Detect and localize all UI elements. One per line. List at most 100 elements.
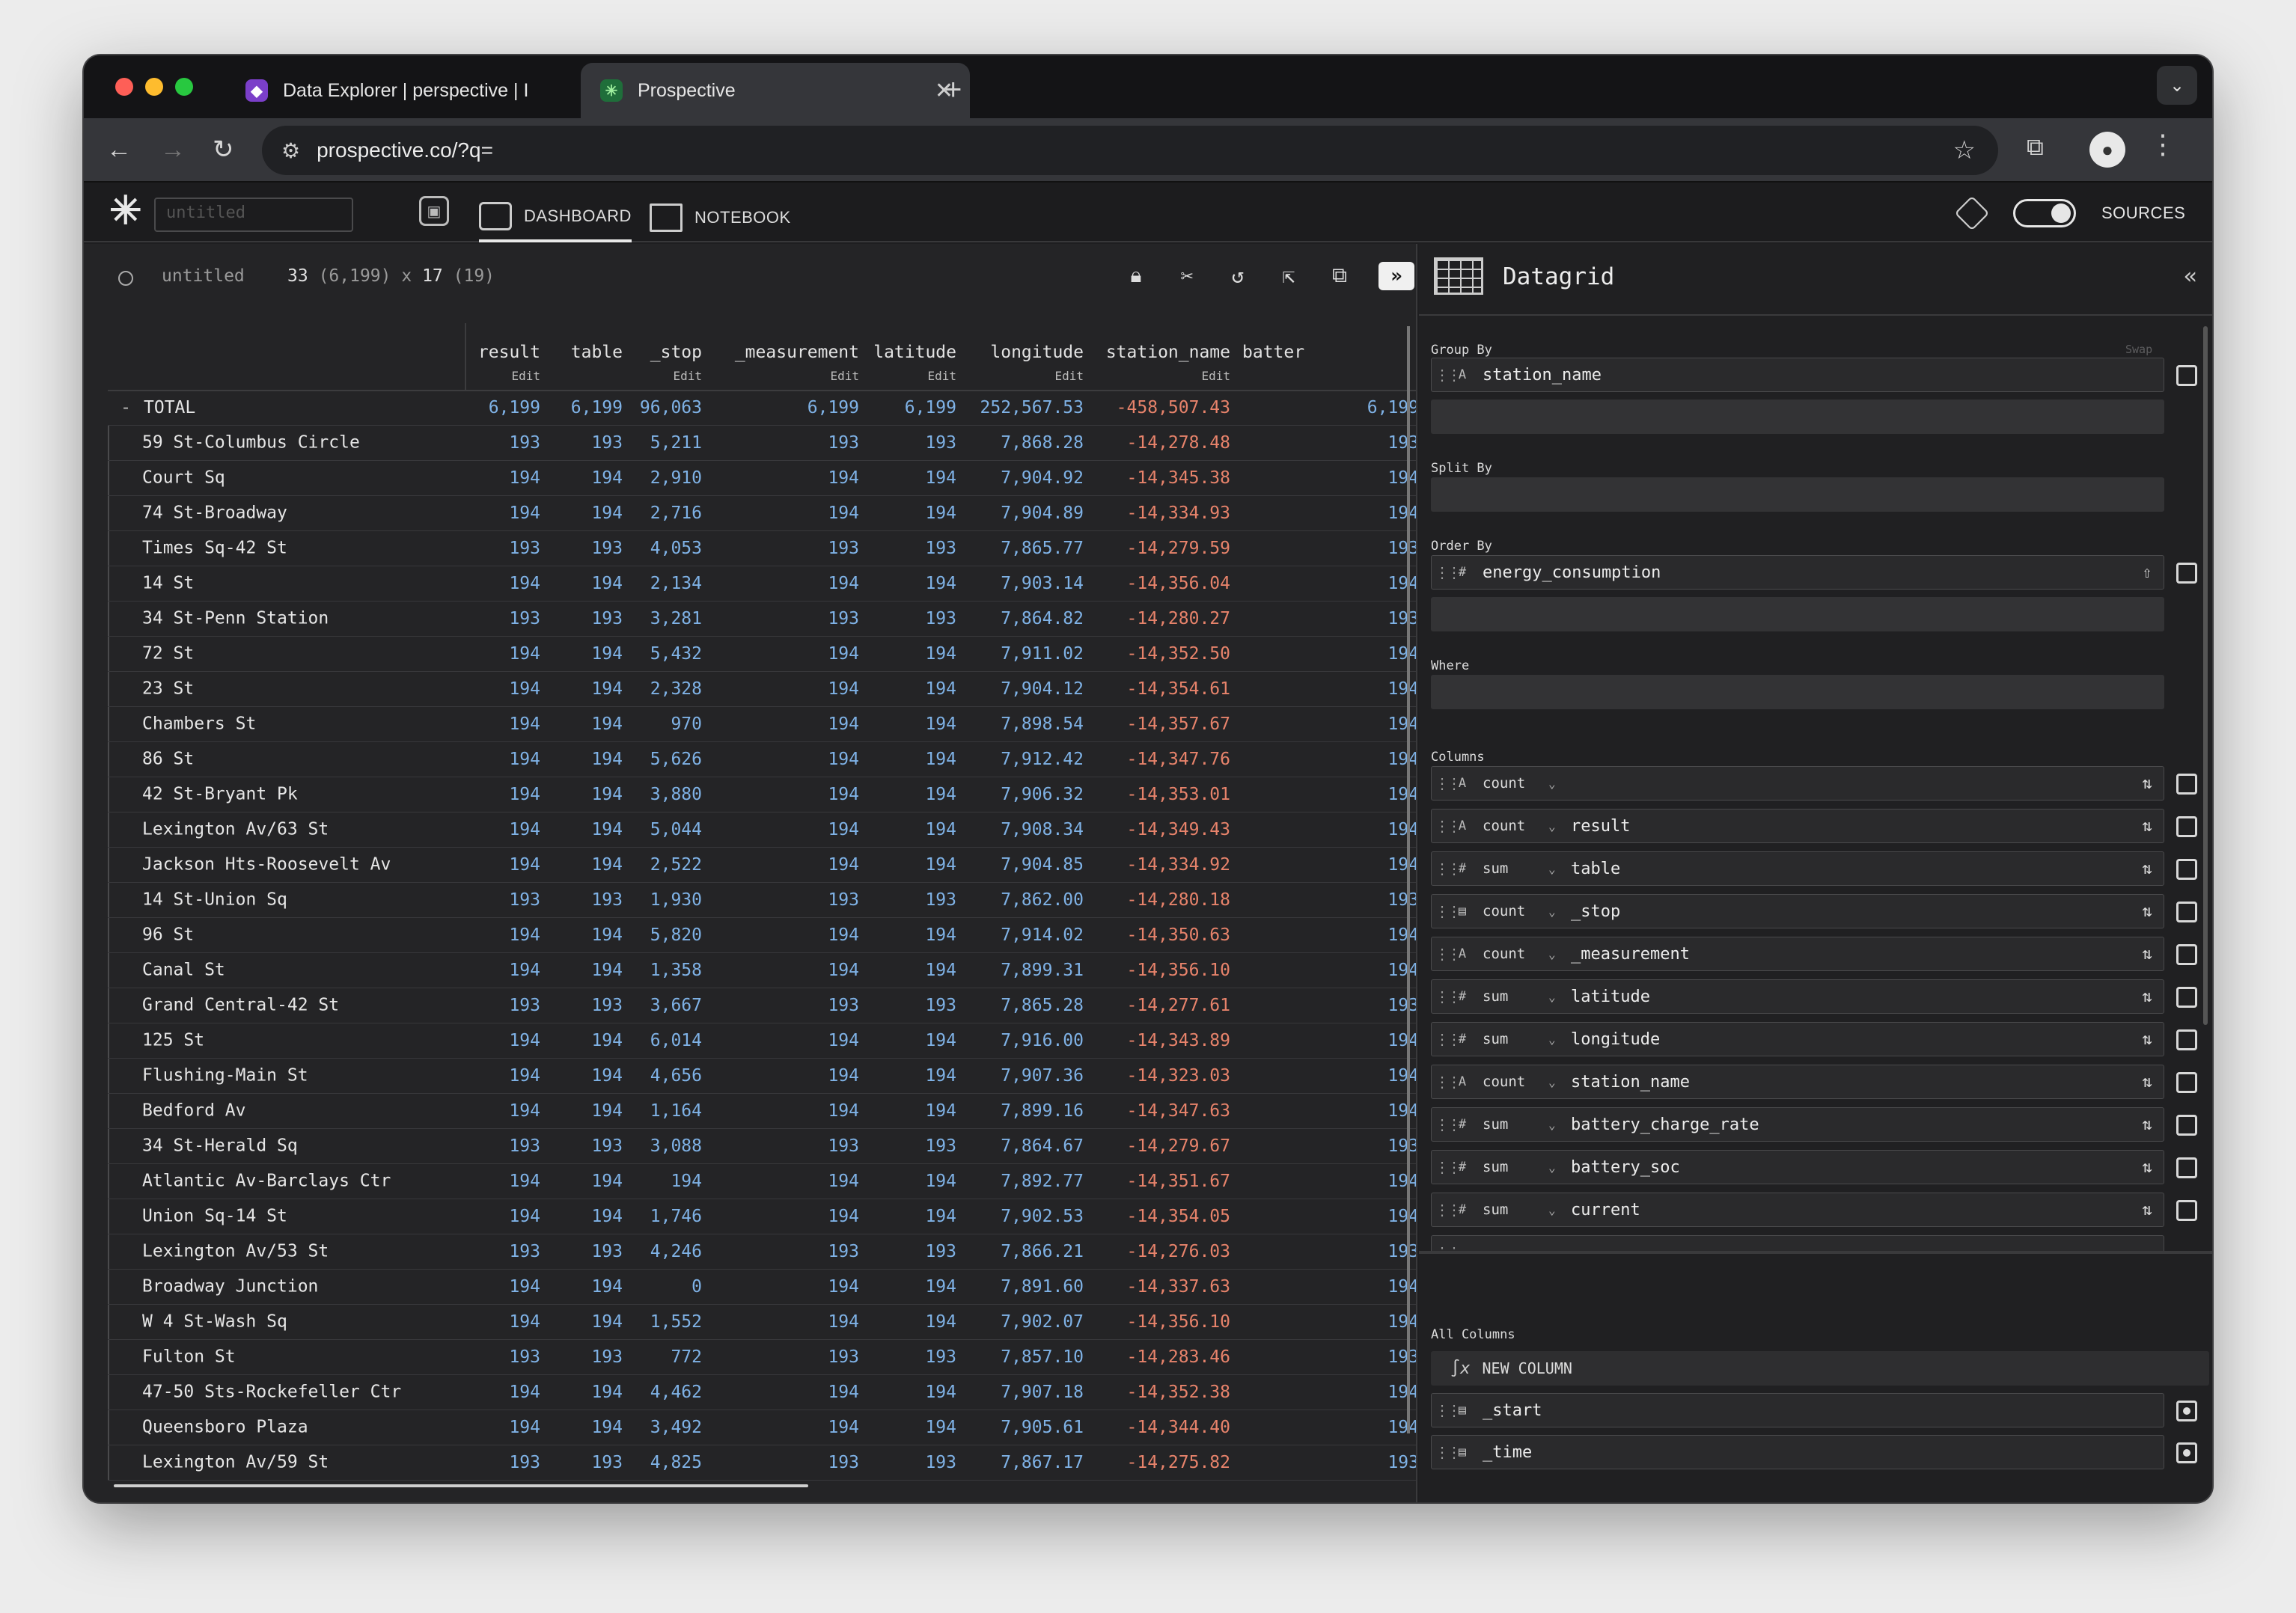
table-cell[interactable]: 193 — [1236, 882, 1416, 918]
table-cell[interactable]: 193 — [1236, 1445, 1416, 1481]
table-cell[interactable]: 193 — [465, 601, 546, 637]
table-cell[interactable]: 194 — [708, 1058, 865, 1094]
url-field[interactable]: ⚙ prospective.co/?q= ☆ — [262, 126, 1998, 175]
table-cell[interactable]: 194 — [1236, 706, 1416, 742]
table-cell[interactable]: 7,914.02 — [962, 917, 1090, 953]
drag-handle-icon[interactable]: ⋮⋮ — [1435, 817, 1462, 835]
table-cell[interactable]: 2,522 — [629, 847, 708, 883]
row-header[interactable]: Queensboro Plaza — [108, 1410, 465, 1445]
table-cell[interactable]: 193 — [546, 425, 629, 461]
table-cell[interactable]: 193 — [865, 530, 962, 566]
table-cell[interactable]: 194 — [708, 812, 865, 848]
sources-button[interactable]: SOURCES — [2101, 203, 2185, 223]
aggregate-select[interactable]: sum — [1483, 1116, 1548, 1133]
column-header[interactable]: _stop — [629, 323, 708, 362]
table-cell[interactable]: 7,892.77 — [962, 1163, 1090, 1199]
table-cell[interactable]: 7,904.89 — [962, 495, 1090, 531]
table-cell[interactable]: 194 — [546, 1410, 629, 1445]
table-cell[interactable]: 194 — [546, 671, 629, 707]
table-cell[interactable]: 7,916.00 — [962, 1023, 1090, 1059]
table-cell[interactable]: 194 — [465, 1058, 546, 1094]
column-active-checkbox[interactable] — [2176, 816, 2197, 837]
table-cell[interactable]: 193 — [546, 601, 629, 637]
order-by-drop-zone[interactable] — [1431, 597, 2164, 631]
clear-config-icon[interactable]: ✂ — [1172, 260, 1202, 290]
table-cell[interactable]: 4,246 — [629, 1234, 708, 1270]
drag-handle-icon[interactable]: ⋮⋮ — [1435, 774, 1462, 792]
chevron-down-icon[interactable]: ⌄ — [1548, 862, 1571, 876]
close-window-button[interactable] — [115, 78, 133, 96]
column-active-checkbox[interactable] — [2176, 1200, 2197, 1221]
table-cell[interactable]: -14,356.04 — [1090, 566, 1236, 602]
table-cell[interactable]: 194 — [1236, 812, 1416, 848]
row-header[interactable]: 72 St — [108, 636, 465, 672]
table-row[interactable]: Fulton St 193 193 772 193 193 7,857.10 -14,283.… — [108, 1339, 1416, 1375]
column-active-checkbox[interactable] — [2176, 902, 2197, 922]
table-cell[interactable]: 193 — [708, 988, 865, 1023]
drag-handle-icon[interactable]: ⋮⋮ — [1435, 1115, 1462, 1133]
table-cell[interactable]: 193 — [708, 882, 865, 918]
column-settings-icon[interactable]: ⇅ — [2131, 1115, 2164, 1134]
table-cell[interactable]: 194 — [1236, 1023, 1416, 1059]
table-cell[interactable]: 194 — [1236, 460, 1416, 496]
table-cell[interactable]: 193 — [546, 882, 629, 918]
row-header[interactable]: 42 St-Bryant Pk — [108, 777, 465, 812]
active-column-pill[interactable]: ⋮⋮ Acount ⌄ _measurement ⇅ — [1431, 937, 2164, 971]
table-cell[interactable]: 194 — [865, 460, 962, 496]
table-cell[interactable]: 7,891.60 — [962, 1269, 1090, 1305]
table-cell[interactable]: 194 — [465, 1199, 546, 1234]
table-cell[interactable]: 6,199 — [465, 391, 546, 426]
table-cell[interactable]: 194 — [1236, 847, 1416, 883]
table-cell[interactable]: 7,898.54 — [962, 706, 1090, 742]
table-cell[interactable]: 6,199 — [1236, 391, 1416, 426]
table-cell[interactable]: 194 — [465, 495, 546, 531]
table-row[interactable]: Broadway Junction 194 194 0 194 194 7,891.60 -1… — [108, 1269, 1416, 1305]
table-cell[interactable]: 7,864.82 — [962, 601, 1090, 637]
row-header[interactable]: Lexington Av/59 St — [108, 1445, 465, 1481]
extensions-puzzle-icon[interactable]: ⧉ — [2027, 133, 2044, 162]
table-cell[interactable]: 2,716 — [629, 495, 708, 531]
active-column-pill[interactable]: ⋮⋮ Acount ⌄ result ⇅ — [1431, 809, 2164, 843]
table-cell[interactable]: 194 — [465, 917, 546, 953]
table-row[interactable]: Lexington Av/53 St 193 193 4,246 193 193 7,866… — [108, 1234, 1416, 1270]
row-header[interactable]: 14 St — [108, 566, 465, 602]
theme-toggle[interactable] — [2013, 199, 2076, 227]
table-cell[interactable]: 7,868.28 — [962, 425, 1090, 461]
table-cell[interactable]: 193 — [865, 1339, 962, 1375]
row-header[interactable]: W 4 St-Wash Sq — [108, 1304, 465, 1340]
table-cell[interactable]: 7,862.00 — [962, 882, 1090, 918]
table-cell[interactable]: 193 — [465, 1445, 546, 1481]
table-row[interactable]: Union Sq-14 St 194 194 1,746 194 194 7,902.53-… — [108, 1199, 1416, 1234]
column-active-checkbox[interactable] — [2176, 774, 2197, 795]
table-row[interactable]: Atlantic Av-Barclays Ctr 194 194 194 194 194 7… — [108, 1163, 1416, 1199]
column-header[interactable]: _measurement — [708, 323, 865, 362]
table-cell[interactable]: 194 — [465, 1304, 546, 1340]
table-cell[interactable]: 2,328 — [629, 671, 708, 707]
table-cell[interactable]: 194 — [708, 1163, 865, 1199]
table-row[interactable]: 74 St-Broadway 194 194 2,716 194 194 7,904.89-… — [108, 495, 1416, 531]
row-header[interactable]: Canal St — [108, 952, 465, 988]
table-cell[interactable]: 194 — [1236, 671, 1416, 707]
table-cell[interactable]: -14,353.01 — [1090, 777, 1236, 812]
column-settings-icon[interactable]: ⇅ — [2131, 817, 2164, 836]
column-header[interactable]: latitude — [865, 323, 962, 362]
table-row[interactable]: 42 St-Bryant Pk 194 194 3,880 194 194 7,906.32… — [108, 777, 1416, 812]
table-cell[interactable]: -14,345.38 — [1090, 460, 1236, 496]
active-column-pill[interactable]: ⋮⋮ ▤ count ⌄ _stop ⇅ — [1431, 894, 2164, 928]
chevron-down-icon[interactable]: ⌄ — [1548, 777, 1571, 791]
table-cell[interactable]: 194 — [546, 1023, 629, 1059]
aggregate-select[interactable]: count — [1483, 946, 1548, 962]
column-settings-icon[interactable]: ⇅ — [2131, 774, 2164, 793]
table-cell[interactable]: 194 — [865, 1304, 962, 1340]
row-header[interactable]: Flushing-Main St — [108, 1058, 465, 1094]
table-cell[interactable]: 2,910 — [629, 460, 708, 496]
table-row[interactable]: W 4 St-Wash Sq 194 194 1,552 194 194 7,902.07-… — [108, 1304, 1416, 1340]
table-cell[interactable]: 194 — [1236, 1093, 1416, 1129]
table-cell[interactable]: -14,357.67 — [1090, 706, 1236, 742]
table-cell[interactable]: -14,344.40 — [1090, 1410, 1236, 1445]
table-cell[interactable]: 194 — [1236, 1163, 1416, 1199]
table-cell[interactable]: 7,857.10 — [962, 1339, 1090, 1375]
table-cell[interactable]: -458,507.43 — [1090, 391, 1236, 426]
table-row[interactable]: Flushing-Main St 194 194 4,656 194 194 7,907.3… — [108, 1058, 1416, 1094]
drag-handle-icon[interactable]: ⋮⋮ — [1435, 1073, 1462, 1091]
